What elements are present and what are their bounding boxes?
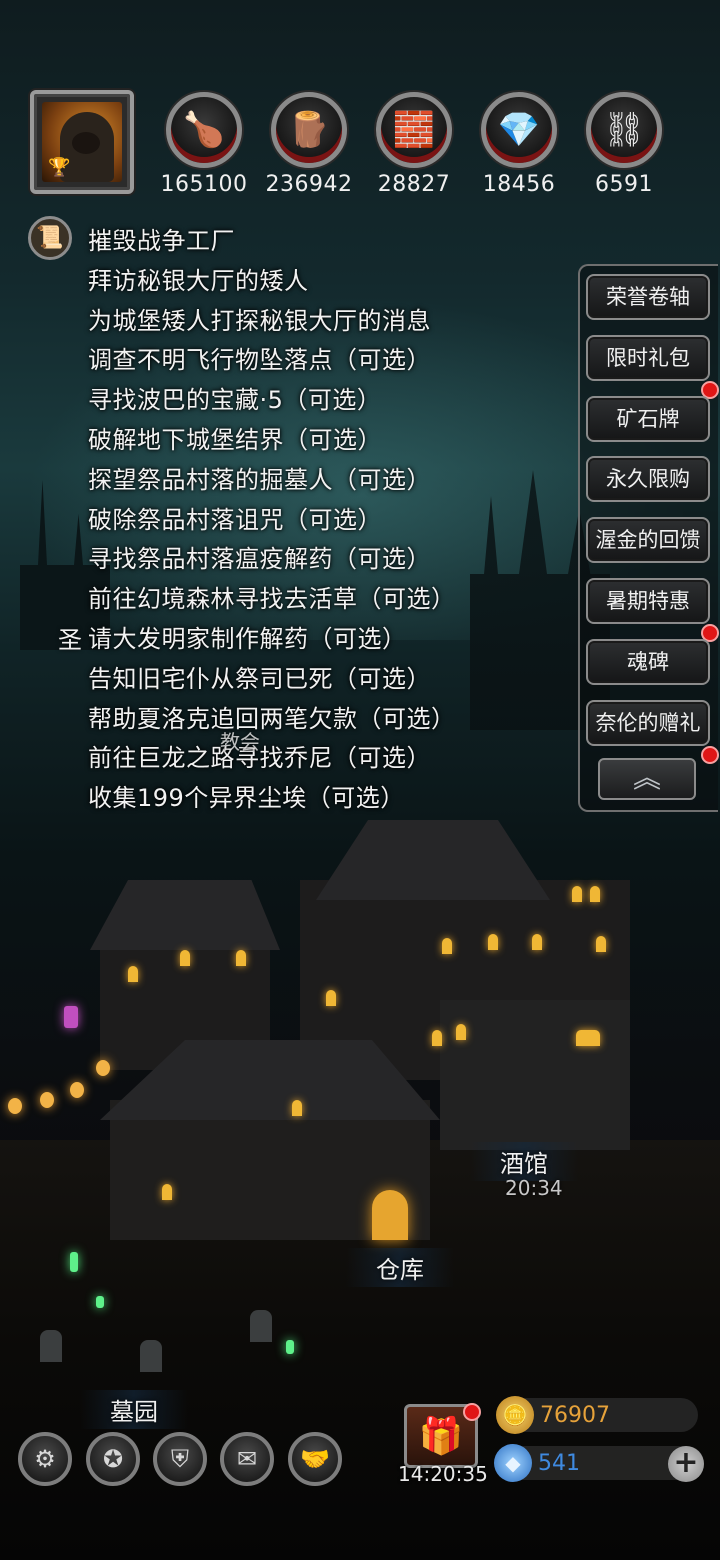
meat-icon: 🍗 <box>182 110 226 150</box>
player-avatar[interactable]: 🏆 <box>30 90 134 194</box>
side-menu-button-2[interactable]: 矿石牌 <box>586 395 710 442</box>
wood-icon: 🪵 <box>287 110 331 150</box>
gift-box-button[interactable]: 🎁 <box>404 1403 481 1468</box>
warehouse-label[interactable]: 仓库 <box>346 1248 454 1287</box>
quest-item[interactable]: 请大发明家制作解药（可选） <box>88 620 456 660</box>
gem-amount: 541 <box>538 1451 580 1476</box>
quest-item[interactable]: 收集199个异界尘埃（可选） <box>88 779 456 819</box>
quest-item[interactable]: 前往巨龙之路寻找乔尼（可选） <box>88 739 456 779</box>
quest-item[interactable]: 寻找波巴的宝藏·5（可选） <box>88 381 456 421</box>
resource-badge: 💎 <box>481 92 557 168</box>
resource-badge: 🧱 <box>376 92 452 168</box>
quest-item[interactable]: 寻找祭品村落瘟疫解药（可选） <box>88 540 456 580</box>
resource-value: 165100 <box>160 172 248 197</box>
side-menu-button-6[interactable]: 魂碑 <box>586 638 710 685</box>
gold-amount: 76907 <box>540 1403 610 1428</box>
quest-item[interactable]: 帮助夏洛克追回两笔欠款（可选） <box>88 700 456 740</box>
quest-item[interactable]: 调查不明飞行物坠落点（可选） <box>88 341 456 381</box>
tavern-timer: 20:34 <box>505 1176 563 1200</box>
graveyard-label[interactable]: 墓园 <box>80 1390 188 1429</box>
mail-button[interactable]: ✉ <box>220 1432 274 1486</box>
resource-1[interactable]: 🪵 236942 <box>261 92 357 197</box>
add-gems-button[interactable]: + <box>668 1446 704 1482</box>
resource-value: 28827 <box>377 172 451 197</box>
resource-value: 236942 <box>265 172 353 197</box>
alert-dot <box>701 745 719 764</box>
gift-timer: 14:20:35 <box>398 1462 488 1486</box>
iron-icon: ⛓ <box>602 110 646 150</box>
side-menu-button-4[interactable]: 渥金的回馈 <box>586 517 710 564</box>
quest-item[interactable]: 探望祭品村落的掘墓人（可选） <box>88 461 456 501</box>
side-menu-button-5[interactable]: 暑期特惠 <box>586 578 710 624</box>
quest-item[interactable]: 破解地下城堡结界（可选） <box>88 421 456 461</box>
side-menu-button-3[interactable]: 永久限购 <box>586 456 710 503</box>
achievement-button[interactable]: ✪ <box>86 1432 140 1486</box>
collapse-menu-button[interactable]: ︽ <box>598 758 696 800</box>
stone-icon: 🧱 <box>392 110 436 150</box>
trophy-icon: 🏆 <box>48 157 71 178</box>
resource-value: 6591 <box>595 172 653 197</box>
gem-icon: ◆ <box>494 1444 532 1482</box>
quest-item[interactable]: 告知旧宅仆从祭司已死（可选） <box>88 660 456 700</box>
quest-scroll-icon[interactable]: 📜 <box>28 216 72 260</box>
quest-item[interactable]: 破除祭品村落诅咒（可选） <box>88 501 456 541</box>
resource-badge: 🪵 <box>271 92 347 168</box>
resource-4[interactable]: ⛓ 6591 <box>576 92 672 197</box>
handshake-button[interactable]: 🤝 <box>288 1432 342 1486</box>
quest-item[interactable]: 为城堡矮人打探秘银大厅的消息 <box>88 302 456 342</box>
quest-list: 摧毁战争工厂 拜访秘银大厅的矮人 为城堡矮人打探秘银大厅的消息 调查不明飞行物坠落点（… <box>88 222 456 819</box>
quest-prefix-text: 圣 <box>58 626 82 654</box>
resource-value: 18456 <box>482 172 556 197</box>
quest-item[interactable]: 摧毁战争工厂 <box>88 222 456 262</box>
avatar-portrait: 🏆 <box>42 102 122 182</box>
gift-icon: 🎁 <box>418 1416 464 1457</box>
side-menu-button-0[interactable]: 荣誉卷轴 <box>586 274 710 320</box>
quest-item[interactable]: 拜访秘银大厅的矮人 <box>88 262 456 302</box>
side-menu-button-7[interactable]: 奈伦的赠礼 <box>586 699 710 746</box>
side-menu-button-1[interactable]: 限时礼包 <box>586 334 710 381</box>
resource-2[interactable]: 🧱 28827 <box>366 92 462 197</box>
settings-button[interactable]: ⚙ <box>18 1432 72 1486</box>
church-label[interactable]: 教会 <box>220 726 260 755</box>
gold-coin-icon: 🪙 <box>496 1396 534 1434</box>
crystal-icon: 💎 <box>497 110 541 150</box>
quest-item[interactable]: 前往幻境森林寻找去活草（可选） <box>88 580 456 620</box>
resource-0[interactable]: 🍗 165100 <box>156 92 252 197</box>
resource-badge: ⛓ <box>586 92 662 168</box>
resource-3[interactable]: 💎 18456 <box>471 92 567 197</box>
guild-button[interactable]: ⛨ <box>153 1432 207 1486</box>
resource-badge: 🍗 <box>166 92 242 168</box>
gift-alert-dot <box>463 1403 481 1421</box>
